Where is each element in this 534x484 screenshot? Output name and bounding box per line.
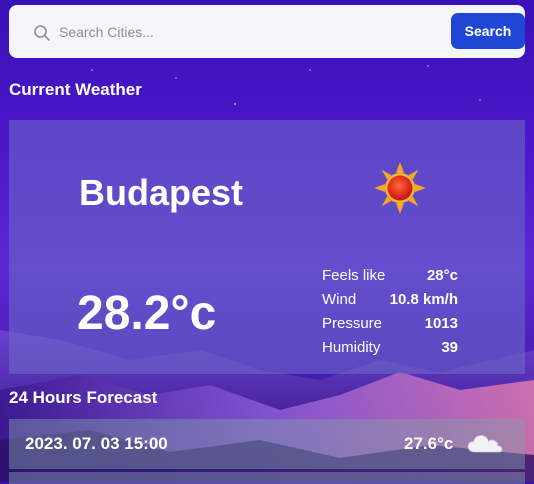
detail-row-pressure: Pressure 1013 <box>322 312 458 336</box>
search-icon <box>34 25 50 41</box>
search-input[interactable] <box>57 17 431 47</box>
detail-row-humidity: Humidity 39 <box>322 336 458 360</box>
detail-row-feels-like: Feels like 28°c <box>322 264 458 288</box>
search-button[interactable]: Search <box>451 13 525 49</box>
detail-value: 28°c <box>426 267 458 284</box>
detail-value: 10.8 km/h <box>389 291 458 308</box>
detail-value: 39 <box>441 339 458 356</box>
sun-icon <box>374 162 426 214</box>
detail-label: Wind <box>322 291 357 308</box>
forecast-item-partial <box>9 472 525 484</box>
detail-label: Pressure <box>322 315 383 332</box>
detail-label: Humidity <box>322 339 381 356</box>
weather-details: Feels like 28°c Wind 10.8 km/h Pressure … <box>322 264 458 360</box>
detail-value: 1013 <box>424 315 458 332</box>
detail-label: Feels like <box>322 267 386 284</box>
forecast-temperature: 27.6°c <box>404 434 454 453</box>
forecast-title: 24 Hours Forecast <box>9 388 158 407</box>
forecast-time: 2023. 07. 03 15:00 <box>25 434 168 453</box>
search-bar: Search <box>9 5 525 58</box>
current-weather-title: Current Weather <box>9 80 142 99</box>
current-temperature: 28.2°c <box>77 287 217 340</box>
forecast-item: 2023. 07. 03 15:00 27.6°c <box>9 419 525 469</box>
cloud-icon <box>467 435 503 453</box>
current-weather-card: Budapest 28.2°c Feels like 28°c Wind 10.… <box>9 120 525 374</box>
detail-row-wind: Wind 10.8 km/h <box>322 288 458 312</box>
city-name: Budapest <box>79 172 244 213</box>
